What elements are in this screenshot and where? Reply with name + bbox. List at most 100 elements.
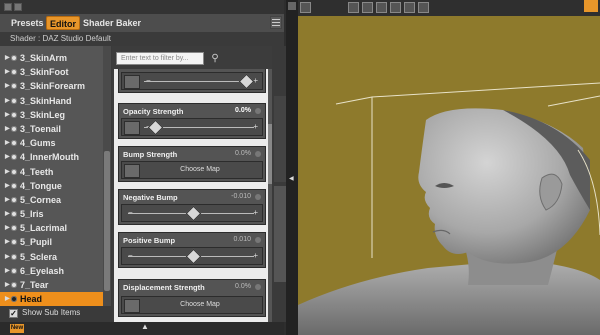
tree-item[interactable]: ▶ 4_Gums bbox=[0, 136, 103, 150]
collapse-left-icon[interactable]: ◀ bbox=[289, 175, 294, 182]
expand-arrow-icon[interactable]: ▶ bbox=[5, 250, 10, 264]
pane-title-bar bbox=[0, 0, 284, 14]
expand-arrow-icon[interactable]: ▶ bbox=[5, 278, 10, 292]
reset-dot-icon[interactable] bbox=[255, 237, 261, 243]
map-swatch[interactable] bbox=[124, 164, 140, 178]
material-icon bbox=[11, 267, 17, 274]
show-sub-items-row[interactable]: ✓ Show Sub Items bbox=[0, 306, 111, 322]
slider-knob[interactable] bbox=[185, 248, 202, 265]
tree-item-selected[interactable]: ▶ Head bbox=[0, 292, 103, 307]
choose-map-button[interactable]: Choose Map bbox=[144, 301, 256, 308]
choose-map-button[interactable]: Choose Map bbox=[144, 166, 256, 173]
property-map[interactable]: Choose Map bbox=[121, 161, 263, 179]
reset-dot-icon[interactable] bbox=[255, 284, 261, 290]
tree-item[interactable]: ▶ 5_Lacrimal bbox=[0, 221, 103, 235]
viewport-tool-icon[interactable] bbox=[348, 2, 359, 13]
tree-item[interactable]: ▶ 3_SkinHand bbox=[0, 94, 103, 108]
tree-scroll-thumb[interactable] bbox=[104, 151, 110, 291]
expand-arrow-icon[interactable]: ▶ bbox=[5, 79, 10, 93]
filter-input[interactable]: Enter text to filter by... bbox=[116, 52, 204, 65]
pane-tabs: Presets Editor Shader Baker bbox=[0, 14, 284, 32]
tree-item[interactable]: ▶ 5_Cornea bbox=[0, 193, 103, 207]
tree-item[interactable]: ▶ 5_Sclera bbox=[0, 250, 103, 264]
property-value[interactable]: 0.010 bbox=[233, 236, 251, 243]
expand-arrow-icon[interactable]: ▶ bbox=[5, 221, 10, 235]
slider-knob[interactable] bbox=[185, 205, 202, 222]
slider-knob[interactable] bbox=[238, 73, 255, 90]
property-value[interactable]: 0.0% bbox=[235, 107, 251, 114]
property-slider[interactable]: − + bbox=[121, 204, 263, 222]
reset-dot-icon[interactable] bbox=[255, 194, 261, 200]
map-swatch[interactable] bbox=[124, 121, 140, 135]
decrement-icon[interactable]: − bbox=[128, 251, 133, 260]
pane-menu-icon[interactable] bbox=[270, 16, 282, 29]
viewport-accent-button[interactable] bbox=[584, 0, 598, 12]
pane-close-icon[interactable] bbox=[14, 3, 22, 11]
property-slider[interactable]: − + bbox=[121, 247, 263, 265]
map-swatch[interactable] bbox=[124, 299, 140, 313]
viewport-tool-icon[interactable] bbox=[418, 2, 429, 13]
property-value[interactable]: 0.0% bbox=[235, 283, 251, 290]
viewport-menu-icon[interactable] bbox=[300, 2, 311, 13]
expand-arrow-icon[interactable]: ▶ bbox=[5, 122, 10, 136]
increment-icon[interactable]: + bbox=[253, 122, 258, 131]
pane-float-icon[interactable] bbox=[4, 3, 12, 11]
new-button[interactable]: New bbox=[10, 324, 24, 333]
tree-item[interactable]: ▶ 3_SkinArm bbox=[0, 51, 103, 65]
tree-item[interactable]: ▶ 4_Tongue bbox=[0, 179, 103, 193]
property-value[interactable]: -0.010 bbox=[231, 193, 251, 200]
property-slider[interactable]: − + bbox=[121, 118, 263, 136]
tree-item[interactable]: ▶ 6_Eyelash bbox=[0, 264, 103, 278]
tree-item[interactable]: ▶ 4_InnerMouth bbox=[0, 150, 103, 164]
expand-arrow-icon[interactable]: ▶ bbox=[5, 193, 10, 207]
expand-arrow-icon[interactable]: ▶ bbox=[5, 292, 10, 306]
property-title: Opacity Strength bbox=[123, 107, 184, 116]
tree-item[interactable]: ▶ 3_SkinForearm bbox=[0, 79, 103, 93]
reset-dot-icon[interactable] bbox=[255, 108, 261, 114]
viewport-tool-icon[interactable] bbox=[390, 2, 401, 13]
property-slider[interactable]: − + bbox=[121, 72, 263, 90]
pane-divider[interactable]: ◀ bbox=[286, 0, 298, 335]
expand-arrow-icon[interactable]: ▶ bbox=[5, 136, 10, 150]
expand-arrow-icon[interactable]: ▶ bbox=[5, 65, 10, 79]
tree-scrollbar[interactable] bbox=[103, 46, 111, 306]
material-icon bbox=[11, 125, 17, 132]
expand-arrow-icon[interactable]: ▶ bbox=[5, 94, 10, 108]
tree-item[interactable]: ▶ 3_SkinFoot bbox=[0, 65, 103, 79]
expand-arrow-icon[interactable]: ▶ bbox=[5, 165, 10, 179]
expand-arrow-icon[interactable]: ▶ bbox=[5, 179, 10, 193]
expand-arrow-icon[interactable]: ▶ bbox=[5, 264, 10, 278]
3d-viewport[interactable] bbox=[298, 0, 600, 335]
tree-item[interactable]: ▶ 3_SkinLeg bbox=[0, 108, 103, 122]
dock-icon[interactable] bbox=[288, 2, 296, 10]
collapse-up-icon[interactable]: ▲ bbox=[141, 322, 149, 331]
tab-shader-baker[interactable]: Shader Baker bbox=[80, 16, 144, 30]
expand-arrow-icon[interactable]: ▶ bbox=[5, 150, 10, 164]
expand-arrow-icon[interactable]: ▶ bbox=[5, 51, 10, 65]
tab-editor[interactable]: Editor bbox=[46, 16, 80, 30]
decrement-icon[interactable]: − bbox=[146, 76, 151, 85]
property-value[interactable]: 0.0% bbox=[235, 150, 251, 157]
property-map[interactable]: Choose Map bbox=[121, 296, 263, 314]
surface-tree: ▶ 3_SkinArm ▶ 3_SkinFoot ▶ 3_SkinForearm ▶ 3… bbox=[0, 46, 111, 307]
increment-icon[interactable]: + bbox=[253, 251, 258, 260]
expand-arrow-icon[interactable]: ▶ bbox=[5, 207, 10, 221]
expand-arrow-icon[interactable]: ▶ bbox=[5, 235, 10, 249]
reset-dot-icon[interactable] bbox=[255, 151, 261, 157]
tree-item[interactable]: ▶ 5_Pupil bbox=[0, 235, 103, 249]
color-swatch[interactable] bbox=[124, 75, 140, 89]
tree-item[interactable]: ▶ 3_Toenail bbox=[0, 122, 103, 136]
tree-item[interactable]: ▶ 5_Iris bbox=[0, 207, 103, 221]
tree-item[interactable]: ▶ 4_Teeth bbox=[0, 165, 103, 179]
tab-presets[interactable]: Presets bbox=[8, 16, 47, 30]
surface-tree-rows: ▶ 3_SkinArm ▶ 3_SkinFoot ▶ 3_SkinForearm ▶ 3… bbox=[0, 51, 103, 307]
decrement-icon[interactable]: − bbox=[128, 208, 133, 217]
viewport-tool-icon[interactable] bbox=[362, 2, 373, 13]
viewport-tool-icon[interactable] bbox=[376, 2, 387, 13]
tree-item[interactable]: ▶ 7_Tear bbox=[0, 278, 103, 292]
search-icon[interactable]: ⚲ bbox=[208, 52, 222, 65]
increment-icon[interactable]: + bbox=[253, 208, 258, 217]
checkbox-icon[interactable]: ✓ bbox=[9, 309, 18, 318]
viewport-tool-icon[interactable] bbox=[404, 2, 415, 13]
expand-arrow-icon[interactable]: ▶ bbox=[5, 108, 10, 122]
